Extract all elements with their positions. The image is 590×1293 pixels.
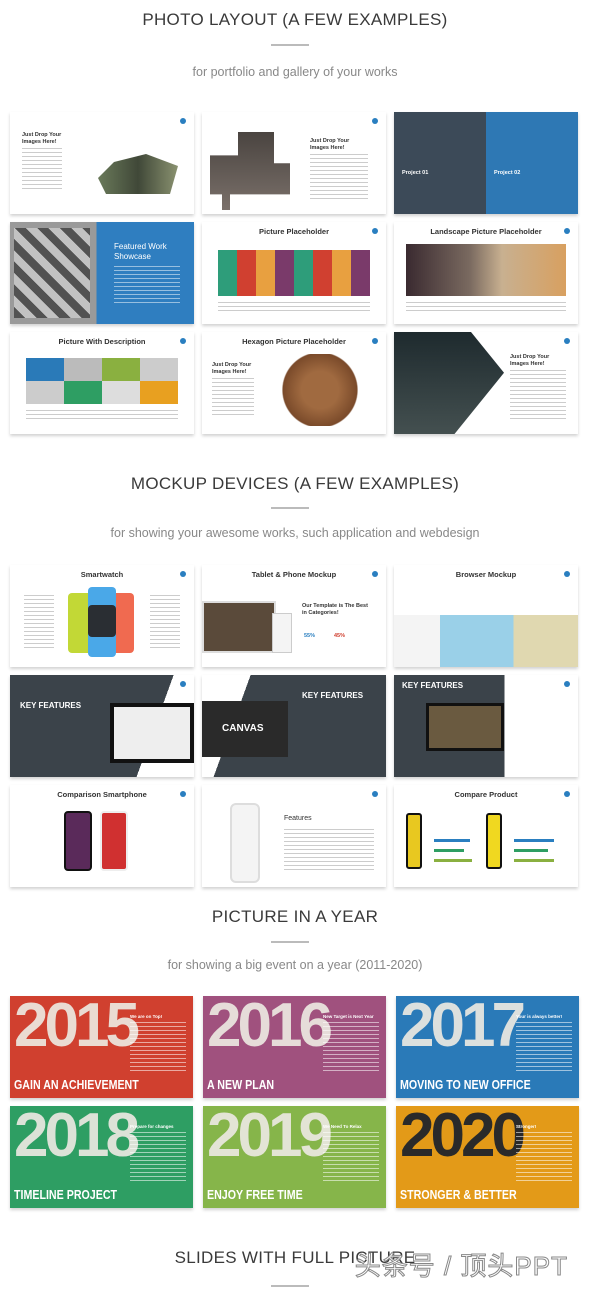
- canvas-label: CANVAS: [222, 723, 264, 734]
- slide-thumbnail[interactable]: Compare Product: [394, 785, 578, 887]
- car-photo: [394, 332, 504, 434]
- slide-thumbnail[interactable]: Just Drop Your Images Here!: [10, 112, 194, 214]
- year-slide[interactable]: 2018 Prepare for changes TIMELINE PROJECT: [10, 1106, 193, 1208]
- slide-thumbnail[interactable]: Smartwatch Picture Placeholder: [202, 222, 386, 324]
- mockup-grid: Smartwatch Tablet & Phone Mockup Our Tem…: [10, 565, 578, 887]
- tablet-mockup: [202, 601, 276, 653]
- slide-heading: KEY FEATURES: [20, 701, 82, 710]
- year-slide[interactable]: 2019 We Need To Relax ENJOY FREE TIME: [203, 1106, 386, 1208]
- landscape-picture: [406, 244, 566, 296]
- slide-thumbnail[interactable]: KEY FEATURES: [10, 675, 194, 777]
- browser-mockup: [394, 615, 578, 667]
- slide-thumbnail[interactable]: Landscape Picture Placeholder: [394, 222, 578, 324]
- logo-dot-icon: [564, 338, 570, 344]
- year-caption: TIMELINE PROJECT: [14, 1187, 118, 1202]
- divider: [271, 507, 309, 509]
- year-caption: ENJOY FREE TIME: [207, 1187, 303, 1202]
- smartphone: [64, 811, 92, 871]
- slide-thumbnail[interactable]: CANVAS KEY FEATURES: [202, 675, 386, 777]
- hexagon-pictures: [270, 354, 370, 426]
- slide-heading: Project 01: [402, 170, 429, 176]
- year-slide[interactable]: 2020 Stronger! STRONGER & BETTER: [396, 1106, 579, 1208]
- slide-title: Hexagon Picture Placeholder: [242, 337, 346, 346]
- slide-thumbnail[interactable]: Smartwatch: [10, 565, 194, 667]
- slide-thumbnail[interactable]: Featured Work Showcase: [10, 222, 194, 324]
- slide-thumbnail[interactable]: Browser Mockup: [394, 565, 578, 667]
- slide-heading: Features: [284, 815, 312, 822]
- year-slide[interactable]: 2015 We are on Top! GAIN AN ACHIEVEMENT: [10, 996, 193, 1098]
- slide-heading: KEY FEATURES: [302, 691, 364, 700]
- year-caption: A NEW PLAN: [207, 1077, 275, 1092]
- logo-dot-icon: [564, 681, 570, 687]
- slide-thumbnail[interactable]: Project 01 Project 02: [394, 112, 578, 214]
- year-grid: 2015 We are on Top! GAIN AN ACHIEVEMENT 20…: [10, 996, 579, 1208]
- slide-title: Compare Product: [454, 790, 518, 799]
- year-caption: STRONGER & BETTER: [400, 1187, 517, 1202]
- slide-thumbnail[interactable]: Just Drop Your Images Here!: [202, 112, 386, 214]
- section-subtitle: for showing your awesome works, such app…: [110, 526, 480, 540]
- slide-title: Browser Mockup: [455, 570, 517, 579]
- slide-heading: Just Drop Your Images Here!: [212, 362, 252, 375]
- slide-heading: Just Drop Your Images Here!: [22, 132, 62, 145]
- slide-thumbnail[interactable]: Picture With Description: [10, 332, 194, 434]
- stat-male: 55%: [304, 633, 316, 639]
- photo-shape: [98, 154, 178, 194]
- phone-product: [486, 813, 502, 869]
- divider: [271, 44, 309, 46]
- slide-title: Tablet & Phone Mockup: [251, 570, 337, 579]
- watermark: 头条号 / 顶头PPT: [354, 1251, 568, 1282]
- photo-layout-grid: Just Drop Your Images Here! Just Drop Yo…: [10, 112, 578, 434]
- logo-dot-icon: [372, 118, 378, 124]
- slide-thumbnail[interactable]: KEY FEATURES: [394, 675, 578, 777]
- slide-heading: Featured Work Showcase: [114, 242, 167, 261]
- slide-thumbnail[interactable]: Just Drop Your Images Here!: [394, 332, 578, 434]
- section-title-photo-layout: PHOTO LAYOUT (A FEW EXAMPLES): [142, 10, 448, 29]
- slide-title: Smartwatch: [80, 570, 124, 579]
- tablet-mockup: [110, 703, 194, 763]
- slide-heading: Our Template is The Best in Categories!: [302, 603, 368, 616]
- year-slide[interactable]: 2017 Your is always better! MOVING TO NEW …: [396, 996, 579, 1098]
- divider: [271, 941, 309, 943]
- slide-title: Picture With Description: [58, 337, 146, 346]
- smartwatch: [88, 605, 116, 637]
- year-caption: GAIN AN ACHIEVEMENT: [14, 1077, 139, 1092]
- logo-dot-icon: [180, 681, 186, 687]
- slide-title: Picture Placeholder: [258, 227, 330, 236]
- logo-dot-icon: [180, 118, 186, 124]
- slide-thumbnail[interactable]: Hexagon Picture Placeholder Just Drop Yo…: [202, 332, 386, 434]
- slide-heading: Just Drop Your Images Here!: [510, 354, 550, 367]
- section-subtitle: for showing a big event on a year (2011-…: [167, 958, 423, 972]
- year-caption: MOVING TO NEW OFFICE: [400, 1077, 531, 1092]
- slide-heading: Project 02: [494, 170, 521, 176]
- smartphone: [100, 811, 128, 871]
- slide-heading: KEY FEATURES: [402, 681, 464, 690]
- year-slide[interactable]: 2016 New Target is Next Year A NEW PLAN: [203, 996, 386, 1098]
- phone-mockup: [272, 613, 292, 653]
- phone-product: [406, 813, 422, 869]
- stat-female: 45%: [334, 633, 346, 639]
- slide-title: Landscape Picture Placeholder: [430, 227, 542, 236]
- slide-title: Comparison Smartphone: [57, 790, 147, 799]
- slide-thumbnail[interactable]: Tablet & Phone Mockup Our Template is Th…: [202, 565, 386, 667]
- divider: [271, 1285, 309, 1287]
- section-title-mockup-devices: MOCKUP DEVICES (A FEW EXAMPLES): [130, 474, 460, 493]
- photo-shape: [210, 132, 290, 210]
- section-title-picture-in-a-year: PICTURE IN A YEAR: [211, 907, 379, 926]
- section-subtitle: for portfolio and gallery of your works: [192, 65, 398, 79]
- phone-in-hand: [230, 803, 260, 883]
- picture-grid: [218, 250, 370, 296]
- slide-thumbnail[interactable]: Comparison Smartphone: [10, 785, 194, 887]
- slide-thumbnail[interactable]: Features: [202, 785, 386, 887]
- monitor-mockup: [426, 703, 504, 751]
- slide-heading: Just Drop Your Images Here!: [310, 138, 350, 151]
- logo-dot-icon: [372, 791, 378, 797]
